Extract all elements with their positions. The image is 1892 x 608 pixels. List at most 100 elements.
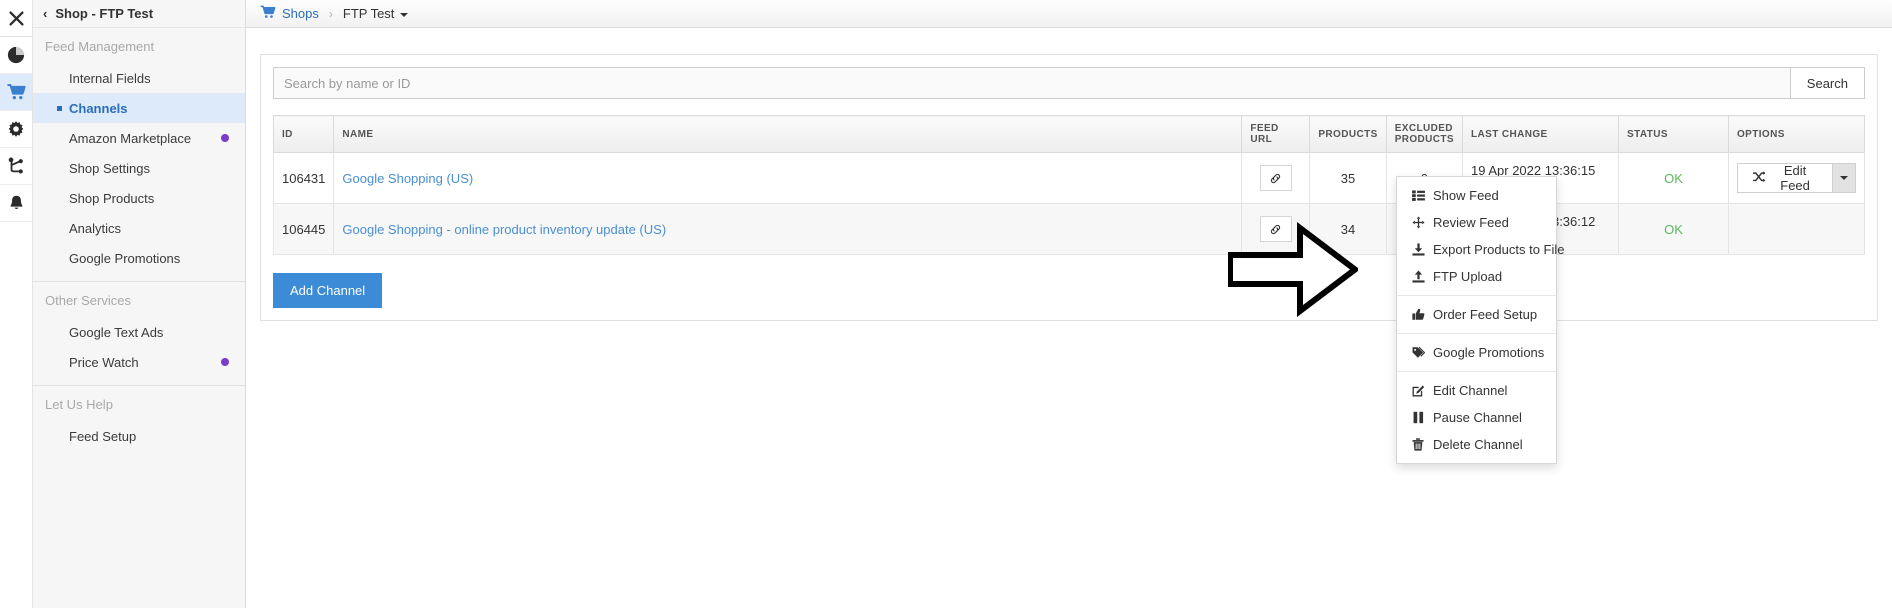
sidebar-item-internal-fields[interactable]: Internal Fields [33, 63, 245, 93]
menu-divider [1397, 333, 1556, 334]
breadcrumb-link-shops[interactable]: Shops [282, 6, 319, 21]
menu-item-delete-channel[interactable]: Delete Channel [1397, 431, 1556, 458]
edit-feed-button[interactable]: Edit Feed [1737, 163, 1833, 193]
sidebar-item-google-promotions[interactable]: Google Promotions [33, 243, 245, 273]
sidebar-item-label: Internal Fields [69, 71, 151, 86]
rail-item-notifications[interactable] [0, 185, 32, 222]
breadcrumb-current-shop[interactable]: FTP Test [343, 6, 409, 21]
menu-item-label: Google Promotions [1433, 345, 1544, 360]
search-bar: Search [273, 67, 1865, 99]
thumbs-up-icon [1411, 308, 1425, 321]
cell-id: 106431 [274, 153, 334, 204]
feed-options-dropdown-menu: Show Feed Review Feed Export Products to… [1396, 176, 1557, 464]
table-header-row: ID NAME FEED URL PRODUCTS EXCLUDED PRODU… [274, 116, 1865, 153]
shopping-cart-icon [260, 5, 276, 22]
sidebar-item-label: Amazon Marketplace [69, 131, 191, 146]
sidebar-item-label: Price Watch [69, 355, 139, 370]
add-channel-button[interactable]: Add Channel [273, 273, 382, 308]
sidebar-title: Shop - FTP Test [55, 6, 153, 21]
cell-feed-url [1242, 204, 1310, 255]
sidebar-item-shop-settings[interactable]: Shop Settings [33, 153, 245, 183]
icon-rail [0, 0, 33, 608]
link-icon[interactable] [1260, 216, 1292, 242]
menu-item-label: Edit Channel [1433, 383, 1507, 398]
menu-item-show-feed[interactable]: Show Feed [1397, 182, 1556, 209]
menu-item-google-promotions[interactable]: Google Promotions [1397, 339, 1556, 366]
sidebar-item-channels[interactable]: Channels [33, 93, 245, 123]
menu-item-order-feed-setup[interactable]: Order Feed Setup [1397, 301, 1556, 328]
cell-options [1729, 204, 1865, 255]
list-icon [1411, 190, 1425, 201]
main-content: Shops › FTP Test Search ID NAME FEED URL… [246, 0, 1892, 608]
sidebar-item-label: Channels [69, 101, 128, 116]
channel-name-link[interactable]: Google Shopping (US) [342, 171, 473, 186]
menu-item-label: FTP Upload [1433, 269, 1502, 284]
menu-item-label: Show Feed [1433, 188, 1499, 203]
sidebar-group-title-let-us-help: Let Us Help [33, 386, 245, 421]
pencil-square-icon [1411, 384, 1425, 397]
sidebar-item-feed-setup[interactable]: Feed Setup [33, 421, 245, 451]
sidebar-item-shop-products[interactable]: Shop Products [33, 183, 245, 213]
sidebar-back-icon[interactable]: ‹ [43, 6, 47, 21]
sidebar-item-label: Google Text Ads [69, 325, 163, 340]
sidebar-item-amazon-marketplace[interactable]: Amazon Marketplace [33, 123, 245, 153]
menu-item-review-feed[interactable]: Review Feed [1397, 209, 1556, 236]
rail-item-reports[interactable] [0, 37, 32, 74]
channel-name-link[interactable]: Google Shopping - online product invento… [342, 222, 666, 237]
column-header-products: PRODUCTS [1310, 116, 1386, 153]
sidebar-header: ‹ Shop - FTP Test [33, 0, 245, 28]
rail-item-settings[interactable] [0, 111, 32, 148]
breadcrumb: Shops › FTP Test [246, 0, 1892, 28]
menu-divider [1397, 295, 1556, 296]
channels-table: ID NAME FEED URL PRODUCTS EXCLUDED PRODU… [273, 115, 1865, 255]
cell-feed-url [1242, 153, 1310, 204]
sidebar-item-analytics[interactable]: Analytics [33, 213, 245, 243]
column-header-options: OPTIONS [1729, 116, 1865, 153]
sidebar-item-label: Shop Products [69, 191, 154, 206]
menu-item-edit-channel[interactable]: Edit Channel [1397, 377, 1556, 404]
table-row: 106445 Google Shopping - online product … [274, 204, 1865, 255]
edit-feed-label: Edit Feed [1772, 163, 1818, 193]
shuffle-icon [1752, 171, 1766, 186]
search-button[interactable]: Search [1790, 67, 1865, 99]
chevron-down-icon [1840, 176, 1848, 180]
upload-icon [1411, 270, 1425, 283]
menu-item-ftp-upload[interactable]: FTP Upload [1397, 263, 1556, 290]
menu-item-export-products-to-file[interactable]: Export Products to File [1397, 236, 1556, 263]
sidebar: ‹ Shop - FTP Test Feed Management Intern… [33, 0, 246, 608]
sidebar-item-label: Analytics [69, 221, 121, 236]
notification-dot-icon [221, 358, 229, 366]
close-icon [8, 10, 25, 27]
table-row: 106431 Google Shopping (US) 35 0 [274, 153, 1865, 204]
menu-item-label: Export Products to File [1433, 242, 1565, 257]
sidebar-group-title-other-services: Other Services [33, 282, 245, 317]
menu-item-label: Order Feed Setup [1433, 307, 1537, 322]
pause-icon [1411, 411, 1425, 424]
menu-item-pause-channel[interactable]: Pause Channel [1397, 404, 1556, 431]
share-nodes-icon [7, 157, 25, 175]
edit-feed-dropdown-toggle[interactable] [1833, 163, 1856, 193]
arrows-move-icon [1411, 216, 1425, 229]
sidebar-item-google-text-ads[interactable]: Google Text Ads [33, 317, 245, 347]
rail-item-shops[interactable] [0, 74, 32, 111]
cell-status: OK [1619, 204, 1729, 255]
cell-options: Edit Feed [1729, 153, 1865, 204]
column-header-name: NAME [334, 116, 1242, 153]
menu-divider [1397, 371, 1556, 372]
search-input[interactable] [273, 67, 1790, 99]
breadcrumb-separator-icon: › [329, 7, 333, 21]
close-icon-button[interactable] [0, 0, 32, 37]
link-icon[interactable] [1260, 165, 1292, 191]
chevron-down-icon [400, 13, 408, 17]
download-icon [1411, 243, 1425, 256]
status-badge: OK [1664, 171, 1683, 186]
notification-dot-icon [221, 134, 229, 142]
rail-item-connections[interactable] [0, 148, 32, 185]
sidebar-item-price-watch[interactable]: Price Watch [33, 347, 245, 377]
cell-products: 34 [1310, 204, 1386, 255]
cell-name: Google Shopping - online product invento… [334, 204, 1242, 255]
active-bullet-icon [57, 106, 62, 111]
gear-icon [7, 120, 25, 138]
cell-id: 106445 [274, 204, 334, 255]
sidebar-item-label: Google Promotions [69, 251, 180, 266]
